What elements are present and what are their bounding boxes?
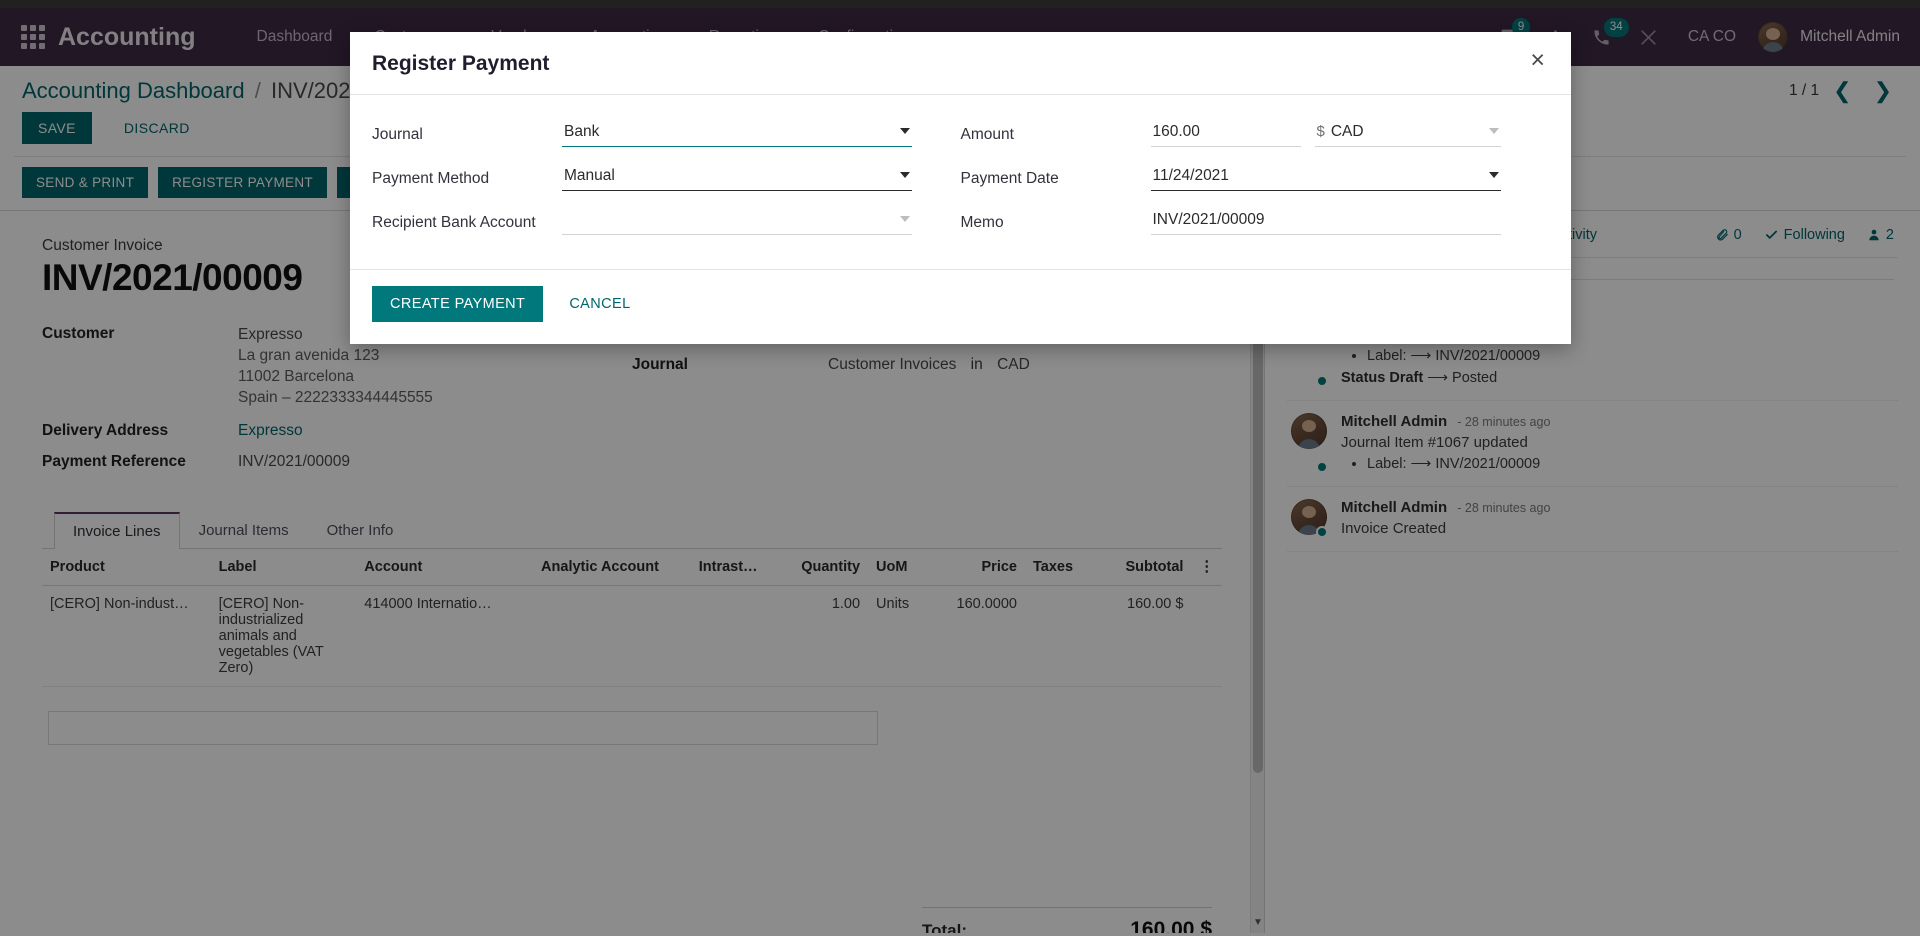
chevron-down-icon[interactable]	[1488, 128, 1499, 134]
chevron-down-icon[interactable]	[900, 128, 910, 134]
field-journal: Journal	[372, 119, 961, 155]
chevron-down-icon[interactable]	[900, 172, 910, 178]
field-memo: Memo	[961, 207, 1550, 243]
payment-date-input[interactable]	[1150, 163, 1501, 191]
field-payment-method: Payment Method	[372, 163, 961, 199]
payment-date-label: Payment Date	[960, 170, 1059, 187]
cancel-button[interactable]: CANCEL	[557, 286, 642, 322]
field-amount: Amount $ CAD	[961, 119, 1550, 155]
payment-method-label: Payment Method	[372, 170, 490, 187]
chevron-down-icon[interactable]	[900, 216, 910, 222]
register-payment-dialog: Register Payment × Journal Payment Metho…	[350, 32, 1571, 344]
amount-label: Amount	[960, 126, 1014, 143]
currency-symbol: $	[1316, 123, 1325, 140]
amount-input[interactable]	[1150, 119, 1301, 147]
currency-field[interactable]: $ CAD	[1314, 119, 1501, 147]
chevron-down-icon[interactable]	[1488, 172, 1499, 178]
journal-label: Journal	[372, 126, 423, 143]
dialog-body: Journal Payment Method Recipient Bank Ac…	[350, 95, 1571, 269]
recipient-bank-label: Recipient Bank Account	[372, 214, 536, 231]
memo-label: Memo	[960, 214, 1004, 231]
field-payment-date: Payment Date	[961, 163, 1550, 199]
dialog-left-column: Journal Payment Method Recipient Bank Ac…	[372, 119, 961, 243]
dialog-title: Register Payment	[372, 52, 550, 75]
currency-value: CAD	[1330, 123, 1364, 140]
recipient-bank-input[interactable]	[562, 207, 912, 235]
payment-method-input[interactable]	[562, 163, 912, 191]
dialog-right-column: Amount $CAD Payment D	[961, 119, 1550, 243]
dialog-header: Register Payment ×	[350, 32, 1571, 95]
dialog-footer: CREATE PAYMENT CANCEL	[350, 269, 1571, 344]
memo-input[interactable]	[1150, 207, 1501, 235]
create-payment-button[interactable]: CREATE PAYMENT	[372, 286, 544, 322]
close-icon[interactable]: ×	[1526, 48, 1549, 72]
field-recipient-bank-account: Recipient Bank Account	[372, 207, 961, 243]
journal-input[interactable]	[562, 119, 912, 147]
